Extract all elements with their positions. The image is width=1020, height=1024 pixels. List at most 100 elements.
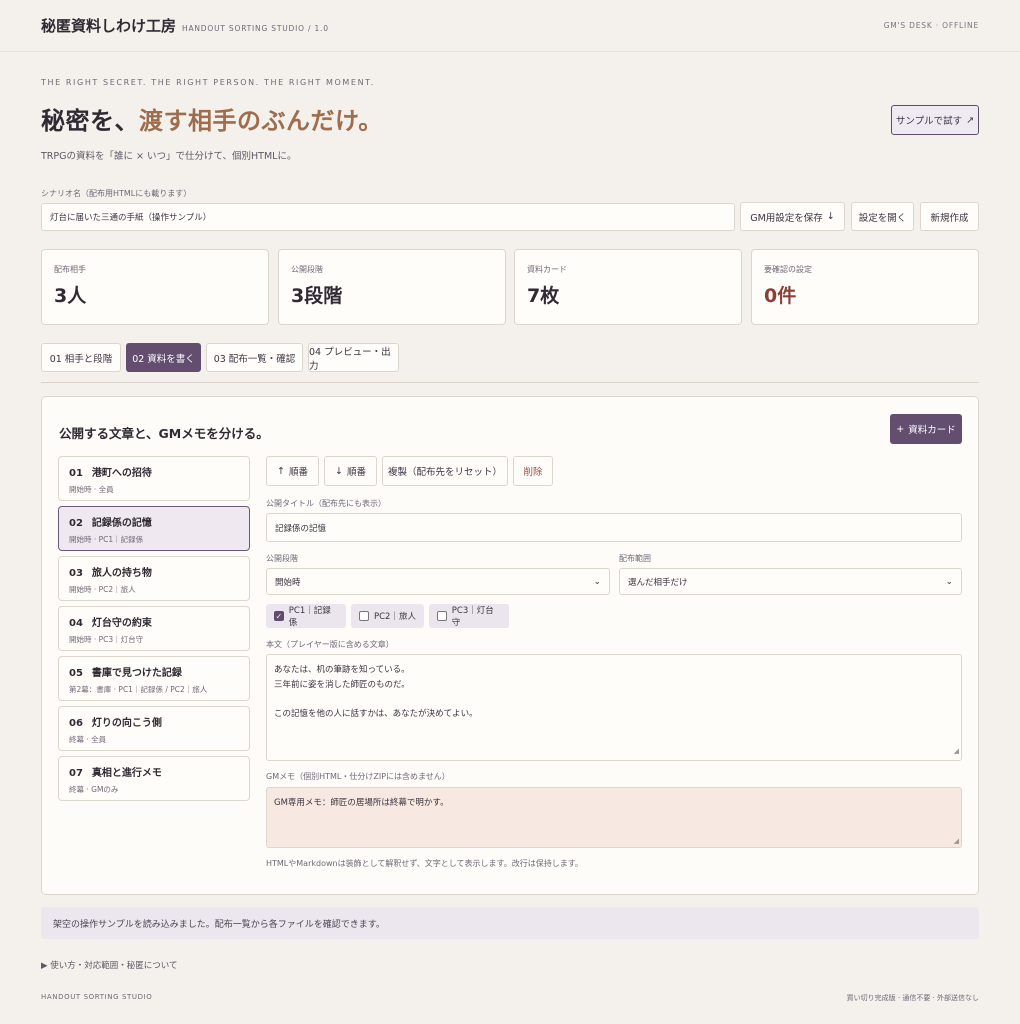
recipient-label: PC2｜旅人 — [374, 612, 416, 622]
checkbox-icon — [437, 611, 447, 621]
card-number: 01 — [69, 468, 83, 479]
arrow-up-icon: ↑ — [277, 465, 285, 477]
duplicate-button[interactable]: 複製（配布先をリセット） — [382, 456, 508, 486]
public-title-input[interactable]: 記録係の記憶 — [266, 513, 962, 542]
chevron-down-icon: ⌄ — [945, 576, 953, 587]
footer-brand: HANDOUT SORTING STUDIO — [41, 993, 153, 1001]
plus-icon: + — [896, 423, 905, 435]
stage-select[interactable]: 開始時 ⌄ — [266, 568, 610, 595]
resize-grip-icon[interactable]: ◢ — [954, 837, 959, 845]
card-list-item[interactable]: 06 灯りの向こう側 終幕 · 全員 — [58, 706, 250, 751]
card-meta: 終幕 · 全員 — [69, 735, 107, 744]
sample-button-label: サンプルで試す — [895, 116, 963, 127]
card-list-item-selected[interactable]: 02 記録係の記憶 開始時 · PC1｜記録係 — [58, 506, 250, 551]
stage-label: 公開段階 — [266, 554, 298, 563]
scope-label: 配布範囲 — [619, 554, 651, 563]
delete-label: 削除 — [523, 467, 543, 478]
add-card-button[interactable]: + 資料カード — [890, 414, 962, 444]
scope-select[interactable]: 選んだ相手だけ ⌄ — [619, 568, 962, 595]
move-up-button[interactable]: ↑ 順番 — [266, 456, 319, 486]
card-meta: 終幕 · GMのみ — [69, 785, 119, 794]
public-title-value: 記録係の記憶 — [275, 523, 327, 534]
stat-value: 0件 — [764, 285, 797, 307]
stat-value: 7枚 — [527, 285, 560, 307]
chevron-down-icon: ⌄ — [593, 576, 601, 587]
format-hint: HTMLやMarkdownは装飾として解釈せず、文字として表示します。改行は保持… — [266, 859, 583, 868]
stat-warnings: 要確認の設定 0件 — [751, 249, 979, 325]
status-text: GM'S DESK · OFFLINE — [883, 21, 979, 30]
tab-divider — [41, 382, 979, 383]
body-line: この記憶を他の人に話すかは、あなたが決めてよい。 — [274, 708, 478, 719]
save-settings-label: GM用設定を保存 — [750, 212, 823, 224]
stat-label: 配布相手 — [54, 265, 86, 274]
hero-title-accent: 渡す相手のぶんだけ。 — [139, 107, 383, 135]
card-title: 灯りの向こう側 — [91, 718, 162, 729]
body-textarea[interactable]: あなたは、机の筆跡を知っている。 三年前に姿を消した師匠のものだ。 この記憶を他… — [266, 654, 962, 761]
stat-label: 資料カード — [527, 265, 567, 274]
card-list-item[interactable]: 05 書庫で見つけた記録 第2幕：書庫 · PC1｜記録係 / PC2｜旅人 — [58, 656, 250, 701]
recipient-checkbox-pc1[interactable]: ✓ PC1｜記録係 — [266, 604, 346, 628]
card-number: 07 — [69, 768, 83, 779]
delete-button[interactable]: 削除 — [513, 456, 553, 486]
stat-stages: 公開段階 3段階 — [278, 249, 506, 325]
stat-cards: 資料カード 7枚 — [514, 249, 742, 325]
body-line: あなたは、机の筆跡を知っている。 — [274, 665, 410, 675]
help-details-toggle[interactable]: ▶ 使い方・対応範囲・秘匿について — [41, 959, 178, 971]
gm-memo-value: GM専用メモ：師匠の居場所は終幕で明かす。 — [274, 798, 449, 808]
scenario-name-input[interactable]: 灯台に届いた三通の手紙（操作サンプル） — [41, 203, 735, 231]
scope-select-value: 選んだ相手だけ — [628, 577, 688, 588]
move-down-button[interactable]: ↓ 順番 — [324, 456, 377, 486]
move-down-label: 順番 — [346, 467, 366, 478]
move-up-label: 順番 — [288, 467, 308, 478]
scenario-label: シナリオ名（配布用HTMLにも載ります） — [41, 189, 192, 198]
card-title: 灯台守の約束 — [91, 618, 152, 629]
card-number: 03 — [69, 568, 83, 579]
card-title: 記録係の記憶 — [91, 518, 152, 529]
footer-note: 買い切り完成版 · 通信不要 · 外部送信なし — [846, 994, 979, 1002]
hero-lead: TRPGの資料を「誰に × いつ」で仕分けて、個別HTMLに。 — [41, 151, 297, 162]
app-subtitle: HANDOUT SORTING STUDIO / 1.0 — [182, 23, 329, 33]
body-line: 三年前に姿を消した師匠のものだ。 — [274, 679, 410, 690]
card-list-item[interactable]: 04 灯台守の約束 開始時 · PC3｜灯台守 — [58, 606, 250, 651]
recipient-checkbox-pc3[interactable]: PC3｜灯台守 — [429, 604, 509, 628]
tab-preview-output[interactable]: 04 プレビュー・出力 — [308, 343, 399, 372]
card-number: 04 — [69, 618, 83, 629]
resize-grip-icon[interactable]: ◢ — [954, 744, 959, 759]
card-number: 06 — [69, 718, 83, 729]
toast-text: 架空の操作サンプルを読み込みました。配布一覧から各ファイルを確認できます。 — [53, 919, 385, 930]
card-list-item[interactable]: 07 真相と進行メモ 終幕 · GMのみ — [58, 756, 250, 801]
checkbox-checked-icon: ✓ — [274, 611, 284, 621]
card-meta: 第2幕：書庫 · PC1｜記録係 / PC2｜旅人 — [69, 685, 208, 694]
add-card-label: 資料カード — [908, 425, 956, 436]
recipient-checkbox-pc2[interactable]: PC2｜旅人 — [351, 604, 424, 628]
scenario-name-value: 灯台に届いた三通の手紙（操作サンプル） — [50, 213, 212, 223]
stage-select-value: 開始時 — [275, 577, 301, 588]
stat-label: 公開段階 — [291, 265, 323, 274]
download-icon: ↓ — [826, 211, 835, 222]
card-meta: 開始時 · 全員 — [69, 485, 114, 494]
editor-title: 公開する文章と、GMメモを分ける。 — [59, 426, 269, 441]
new-project-button[interactable]: 新規作成 — [920, 202, 979, 231]
stat-value: 3段階 — [291, 285, 343, 307]
card-title: 港町への招待 — [91, 468, 152, 479]
body-line — [274, 692, 954, 707]
hero-eyebrow: THE RIGHT SECRET. THE RIGHT PERSON. THE … — [41, 78, 375, 87]
recipient-label: PC3｜灯台守 — [451, 606, 494, 628]
gm-memo-textarea[interactable]: GM専用メモ：師匠の居場所は終幕で明かす。 ◢ — [266, 787, 962, 848]
card-meta: 開始時 · PC1｜記録係 — [69, 535, 144, 544]
tab-distribution-list[interactable]: 03 配布一覧・確認 — [206, 343, 303, 372]
card-list-item[interactable]: 03 旅人の持ち物 開始時 · PC2｜旅人 — [58, 556, 250, 601]
open-settings-button[interactable]: 設定を開く — [851, 202, 914, 231]
arrow-down-icon: ↓ — [335, 465, 343, 477]
save-settings-button[interactable]: GM用設定を保存 ↓ — [740, 202, 845, 231]
status-toast: 架空の操作サンプルを読み込みました。配布一覧から各ファイルを確認できます。 — [41, 907, 979, 939]
tab-recipients-stages[interactable]: 01 相手と段階 — [41, 343, 121, 372]
stat-recipients: 配布相手 3人 — [41, 249, 269, 325]
card-list-item[interactable]: 01 港町への招待 開始時 · 全員 — [58, 456, 250, 501]
tab-write-handouts[interactable]: 02 資料を書く — [126, 343, 201, 372]
arrow-up-right-icon: ↗ — [966, 114, 975, 126]
duplicate-label: 複製（配布先をリセット） — [387, 467, 502, 478]
open-settings-label: 設定を開く — [858, 212, 907, 224]
sample-button[interactable]: サンプルで試す ↗ — [891, 105, 979, 135]
stat-label: 要確認の設定 — [764, 265, 812, 274]
